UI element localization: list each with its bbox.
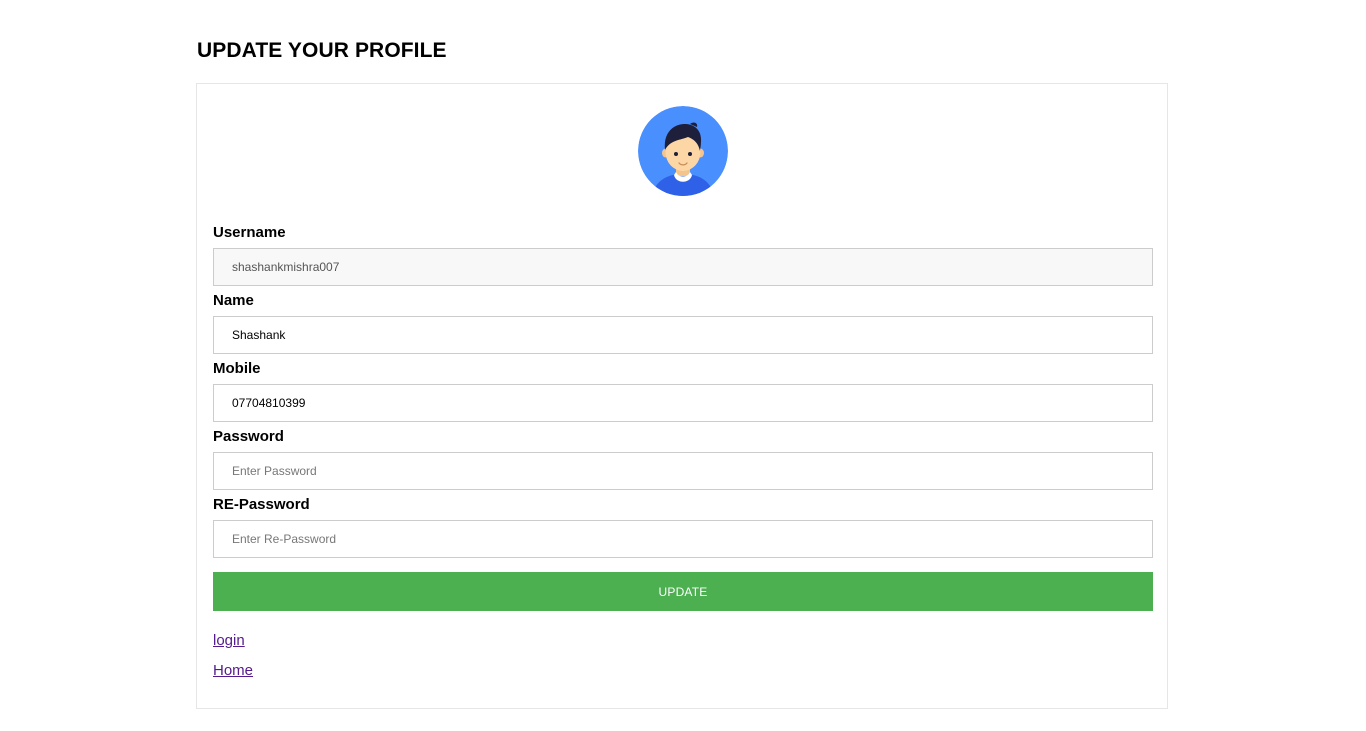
- update-button[interactable]: UPDATE: [213, 572, 1153, 611]
- home-link[interactable]: Home: [213, 662, 253, 680]
- page-title: UPDATE YOUR PROFILE: [197, 39, 447, 62]
- name-label: Name: [213, 292, 254, 309]
- password-field[interactable]: [213, 452, 1153, 490]
- repassword-label: RE-Password: [213, 496, 310, 513]
- mobile-label: Mobile: [213, 360, 261, 377]
- mobile-field[interactable]: [213, 384, 1153, 422]
- profile-card: Username Name Mobile Password RE-Passwor…: [196, 83, 1168, 709]
- username-label: Username: [213, 224, 286, 241]
- username-field[interactable]: [213, 248, 1153, 286]
- name-field[interactable]: [213, 316, 1153, 354]
- login-link[interactable]: login: [213, 632, 245, 650]
- user-avatar-icon: [638, 106, 728, 196]
- repassword-field[interactable]: [213, 520, 1153, 558]
- password-label: Password: [213, 428, 284, 445]
